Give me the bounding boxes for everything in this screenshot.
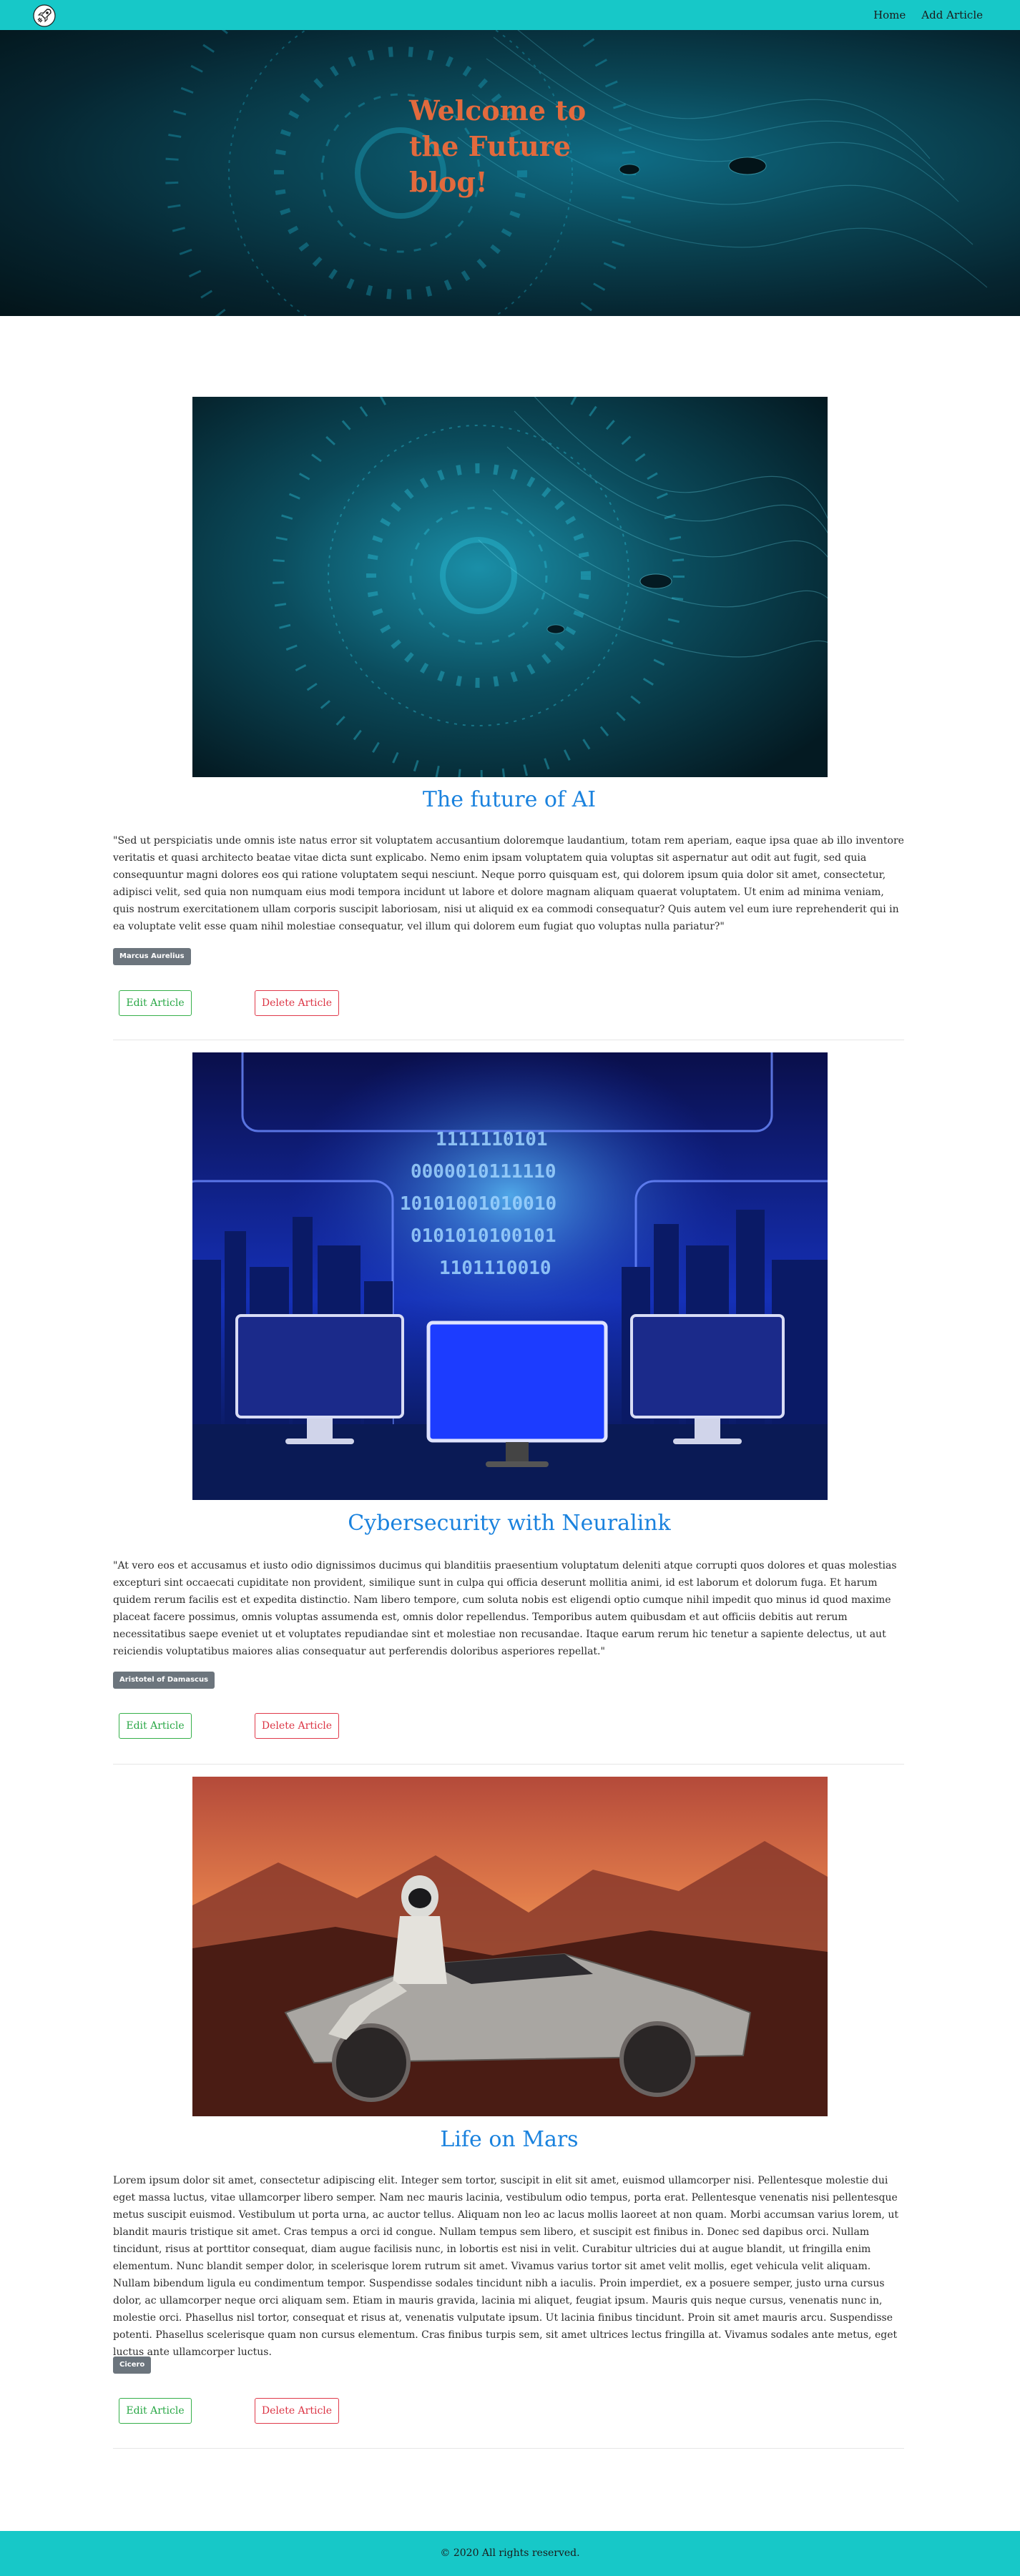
article-card: The future of AI "Sed ut perspiciatis un… <box>112 397 907 1042</box>
article-title[interactable]: Life on Mars <box>112 2126 907 2153</box>
svg-text:1101110010: 1101110010 <box>439 1258 551 1279</box>
nav-links: Home Add Article <box>873 0 983 30</box>
edit-article-button[interactable]: Edit Article <box>119 1713 192 1739</box>
footer: © 2020 All rights reserved. <box>0 2531 1020 2576</box>
svg-text:10101001010010: 10101001010010 <box>400 1193 556 1215</box>
delete-article-button[interactable]: Delete Article <box>255 1713 339 1739</box>
article-body: "At vero eos et accusamus et iusto odio … <box>113 1560 897 1657</box>
svg-text:0000010111110: 0000010111110 <box>411 1161 556 1183</box>
nav-home-link[interactable]: Home <box>873 9 906 21</box>
article-card: Life on Mars Lorem ipsum dolor sit amet,… <box>112 1777 907 2452</box>
hero-banner: Welcome to the Future blog! <box>0 30 1020 316</box>
nav-add-article-link[interactable]: Add Article <box>921 9 983 21</box>
article-body: Lorem ipsum dolor sit amet, consectetur … <box>113 2175 899 2358</box>
article-card: 1111110101 0000010111110 10101001010010 … <box>112 1052 907 1767</box>
footer-copyright: © 2020 All rights reserved. <box>440 2547 580 2559</box>
delete-article-button[interactable]: Delete Article <box>255 2398 339 2424</box>
article-body: "Sed ut perspiciatis unde omnis iste nat… <box>113 835 904 932</box>
edit-article-button[interactable]: Edit Article <box>119 2398 192 2424</box>
edit-article-button[interactable]: Edit Article <box>119 990 192 1016</box>
hero-title: Welcome to the Future blog! <box>409 94 587 198</box>
svg-text:1111110101: 1111110101 <box>436 1129 548 1150</box>
cyber-city-image: 1111110101 0000010111110 10101001010010 … <box>192 1052 828 1500</box>
navbar: Home Add Article <box>0 0 1020 30</box>
svg-text:0101010100101: 0101010100101 <box>411 1225 556 1247</box>
article-divider <box>113 2448 904 2449</box>
rocket-icon[interactable] <box>33 4 56 27</box>
mars-cybertruck-image <box>192 1777 828 2116</box>
ai-face-image <box>192 397 828 777</box>
author-badge: Marcus Aurelius <box>113 948 191 965</box>
article-title[interactable]: Cybersecurity with Neuralink <box>112 1510 907 1537</box>
author-badge: Aristotel of Damascus <box>113 1672 215 1689</box>
article-title[interactable]: The future of AI <box>112 786 907 814</box>
author-badge: Cicero <box>113 2357 152 2374</box>
delete-article-button[interactable]: Delete Article <box>255 990 339 1016</box>
article-divider <box>113 1764 904 1765</box>
